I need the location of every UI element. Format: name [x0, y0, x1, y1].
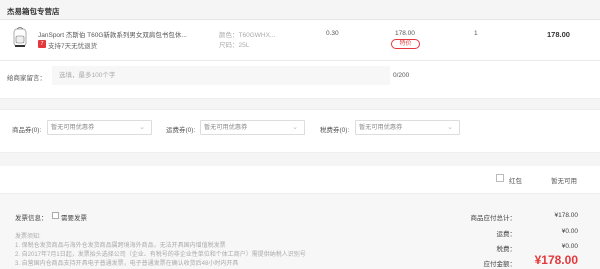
tax-coupon-label: 税费券(0): [320, 127, 350, 134]
tax-fee-label: 税费： [496, 246, 517, 253]
redpack-label: 红包 [509, 178, 522, 185]
tax-coupon-value: 暂无可用优惠券 [359, 124, 403, 131]
redpack-status: 暂无可用 [551, 178, 577, 185]
invoice-checkbox[interactable] [52, 212, 59, 219]
seven-day-return-badge: 7 [38, 40, 46, 48]
seller-message-label: 给商家留言： [7, 75, 46, 82]
invoice-notes-title: 发票须知: [15, 234, 41, 240]
shipping-coupon-label: 运费券(0): [166, 127, 196, 134]
seven-day-return-text: 支持7天无忧退货 [48, 43, 98, 50]
invoice-label: 发票信息： [15, 215, 48, 222]
seller-message-count: 0/200 [393, 72, 410, 79]
product-color: 颜色：T60GWHX... [219, 32, 276, 39]
product-title[interactable]: JanSport 杰斯伯 T60G新款系列男女双肩包书包休... [38, 29, 187, 39]
seller-message-input[interactable] [52, 66, 390, 85]
goods-coupon-label: 商品券(0): [12, 127, 42, 134]
shipping-coupon-value: 暂无可用优惠券 [204, 124, 248, 131]
shop-name[interactable]: 杰易箱包专营店 [7, 6, 60, 17]
product-size: 尺码：25L [219, 42, 250, 49]
divider [0, 60, 600, 61]
shipping-coupon-select[interactable]: 暂无可用优惠券 ⌄ [200, 120, 305, 135]
shop-header: 杰易箱包专营店 [0, 0, 600, 20]
shipping-fee-value: ¥0.00 [561, 228, 578, 235]
section-divider [0, 152, 600, 166]
quantity: 1 [474, 30, 478, 37]
invoice-note-line: 2. 自2017年7月1日起，发票抬头选择公司（企业、有税号的非企业性单位和个体… [15, 252, 306, 258]
goods-coupon-value: 暂无可用优惠券 [51, 124, 95, 131]
chevron-down-icon: ⌄ [292, 124, 298, 131]
goods-coupon-select[interactable]: 暂无可用优惠券 ⌄ [47, 120, 152, 135]
chevron-down-icon: ⌄ [447, 124, 453, 131]
sale-tag: 特价 [391, 39, 420, 49]
shipping-fee-label: 运费： [496, 231, 517, 238]
payable-amount: ¥178.00 [534, 253, 578, 267]
product-weight: 0.30 [326, 30, 339, 37]
unit-price: 178.00 [395, 30, 415, 37]
payable-label: 应付金额： [483, 261, 517, 268]
tax-fee-value: ¥0.00 [561, 243, 578, 250]
item-subtotal: 178.00 [547, 30, 570, 39]
invoice-note-line: 1. 保税仓发货商品与海外仓发货商品属跨境海外商品，无法开具国内增值税发票 [15, 243, 226, 249]
redpack-checkbox[interactable] [496, 174, 504, 182]
goods-total-value: ¥178.00 [554, 212, 579, 219]
tax-coupon-select[interactable]: 暂无可用优惠券 ⌄ [355, 120, 460, 135]
chevron-down-icon: ⌄ [139, 124, 145, 131]
goods-total-label: 商品应付总计： [470, 215, 517, 222]
invoice-note-line: 3. 自营国内仓商品支持开具电子普通发票，电子普通发票在确认收货后48小时内开具 [15, 261, 239, 267]
backpack-icon [13, 27, 27, 47]
product-thumbnail[interactable] [11, 26, 29, 48]
section-divider [0, 98, 600, 110]
invoice-option-label[interactable]: 需要发票 [61, 212, 87, 222]
